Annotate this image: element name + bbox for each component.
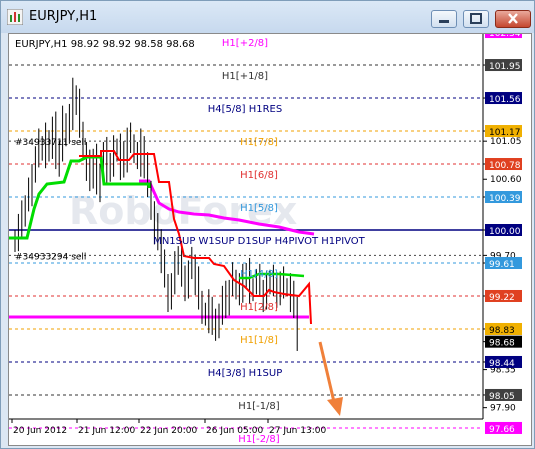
level-label: H1[5/8] bbox=[240, 203, 278, 214]
price-tag-label: 98.44 bbox=[489, 359, 515, 369]
chart-window: EURJPY,H1 RoboForex H1[+2/8] H1[+1/8] H4[5… bbox=[0, 0, 535, 449]
price-tag-label: 100.78 bbox=[489, 161, 521, 171]
price-tick-label: 97.90 bbox=[490, 404, 516, 414]
price-tag-label: 98.05 bbox=[489, 392, 515, 402]
level-label: H4[3/8] H1SUP bbox=[208, 368, 283, 379]
level-label: MN1SUP W1SUP D1SUP H4PIVOT H1PIVOT bbox=[153, 236, 365, 247]
price-tick-label: 100.60 bbox=[490, 175, 522, 185]
chart-area[interactable]: RoboForex H1[+2/8] H1[+1/8] H4[5/8] H1RES H… bbox=[8, 26, 532, 446]
order-label: #34933711 sell bbox=[15, 138, 86, 148]
title-bar[interactable]: EURJPY,H1 bbox=[1, 1, 534, 33]
price-chart[interactable]: RoboForex H1[+2/8]H1[+1/8]H4[5/8] H1RESH… bbox=[9, 26, 531, 445]
price-tag-label: 98.68 bbox=[489, 339, 515, 349]
level-label: H1[2/8] bbox=[240, 302, 278, 313]
time-label: 20 Jun 2012 bbox=[13, 426, 67, 436]
close-icon bbox=[508, 13, 518, 24]
price-tag-label: 101.56 bbox=[489, 95, 521, 105]
level-label: H1[+2/8] bbox=[222, 38, 268, 49]
chart-icon bbox=[7, 9, 23, 25]
maximize-button[interactable] bbox=[463, 10, 489, 28]
level-label: H4[5/8] H1RES bbox=[208, 104, 282, 115]
minimize-button[interactable] bbox=[431, 10, 457, 28]
minimize-icon bbox=[439, 20, 449, 23]
price-tag-label: 100.39 bbox=[489, 194, 521, 204]
level-label: H1[7/8] bbox=[240, 137, 278, 148]
price-tag-label: 99.61 bbox=[489, 260, 515, 270]
level-label: H1[+1/8] bbox=[222, 71, 268, 82]
price-tick-label: 101.05 bbox=[490, 137, 522, 147]
level-label: H1[-1/8] bbox=[238, 401, 279, 412]
order-label: #34933294 sell bbox=[15, 252, 86, 262]
chart-header: EURJPY,H1 98.92 98.92 98.58 98.68 bbox=[15, 39, 195, 50]
time-label: 27 Jun 13:00 bbox=[269, 426, 326, 436]
time-label: 21 Jun 12:00 bbox=[78, 426, 135, 436]
price-tag-label: 100.00 bbox=[489, 227, 521, 237]
time-label: 26 Jun 05:00 bbox=[206, 426, 263, 436]
close-button[interactable] bbox=[495, 10, 531, 28]
price-tag-label: 101.95 bbox=[489, 62, 521, 72]
level-label: H1[1/8] bbox=[240, 335, 278, 346]
price-tag-label: 99.22 bbox=[489, 293, 515, 303]
level-label: H1[6/8] bbox=[240, 170, 278, 181]
price-tag-label: 97.66 bbox=[489, 425, 515, 435]
price-tag-label: 102.34 bbox=[489, 34, 521, 39]
window-title: EURJPY,H1 bbox=[29, 9, 98, 24]
time-label: 22 Jun 20:00 bbox=[140, 426, 197, 436]
maximize-icon bbox=[470, 13, 482, 24]
level-label: H1[4/8] bbox=[240, 269, 278, 280]
price-tag-label: 98.83 bbox=[489, 326, 515, 336]
time-axis[interactable]: 20 Jun 2012 21 Jun 12:00 22 Jun 20:00 26 Ju… bbox=[11, 419, 326, 436]
price-tag-label: 101.17 bbox=[489, 128, 521, 138]
